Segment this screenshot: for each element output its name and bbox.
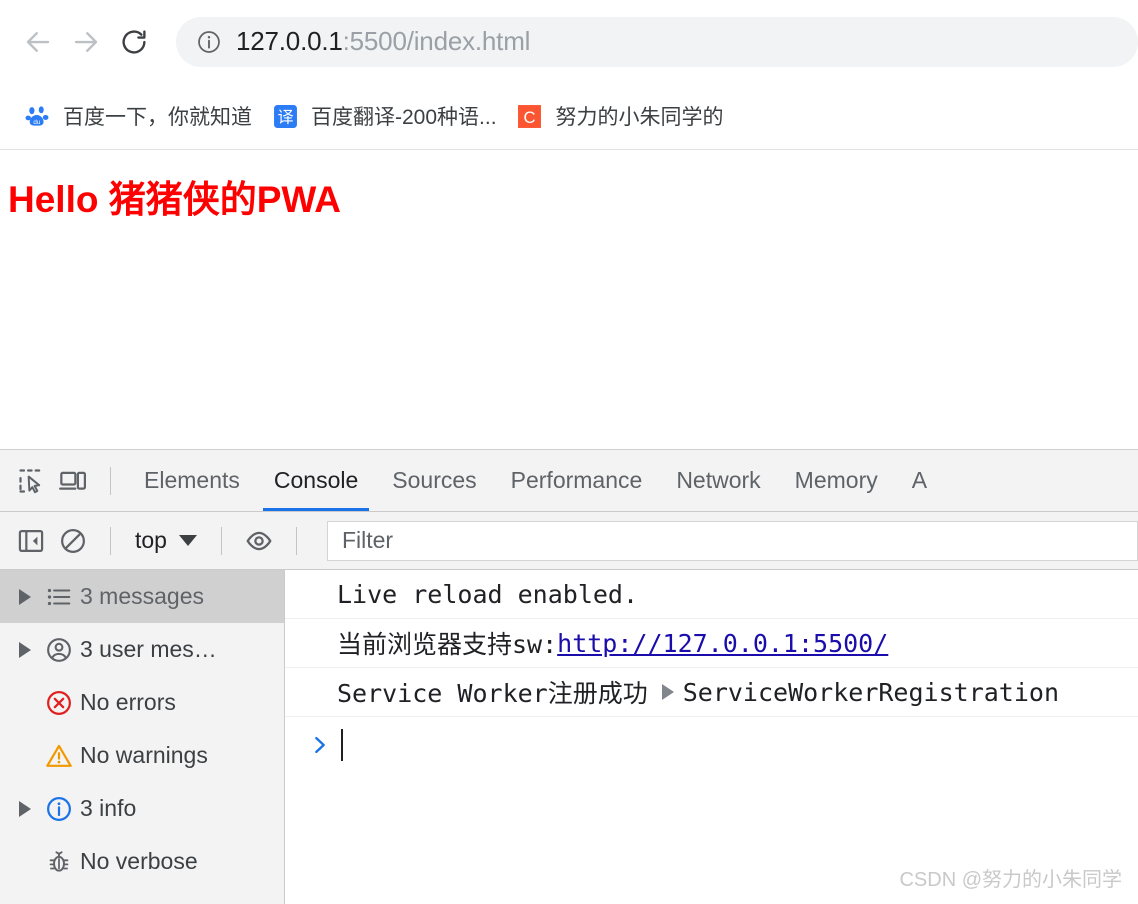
expand-arrow-icon[interactable] [12,800,38,817]
console-sidebar-toggle-button[interactable] [10,520,52,562]
svg-text:C: C [524,107,536,126]
bug-icon [38,849,80,875]
device-toolbar-button[interactable] [52,460,94,502]
console-body: 3 messages 3 user mes… No errors No warn… [0,570,1138,904]
bookmark-baidu-search[interactable]: du 百度一下，你就知道 [14,93,262,139]
browser-window: 127.0.0.1:5500/index.html du 百度一下，你就知道 译… [0,0,1138,904]
expand-arrow-icon[interactable] [12,588,38,605]
devtools-tabbar: Elements Console Sources Performance Net… [0,450,1138,512]
console-message-text: Service Worker注册成功 [337,679,648,708]
clear-console-icon [61,528,85,553]
expand-object-icon[interactable] [661,684,674,700]
arrow-right-icon [74,31,98,52]
clear-console-button[interactable] [52,520,94,562]
sidebar-item-verbose[interactable]: No verbose [0,835,284,888]
tab-elements[interactable]: Elements [127,450,257,511]
url-host: 127.0.0.1 [236,26,343,56]
create-live-expression-button[interactable] [238,520,280,562]
console-message-text: Live reload enabled. [337,579,639,609]
sidebar-item-warnings[interactable]: No warnings [0,729,284,782]
user-icon [38,636,80,664]
baidu-translate-icon: 译 [272,103,298,129]
page-title: Hello 猪猪侠的PWA [8,179,342,220]
bookmark-baidu-translate[interactable]: 译 百度翻译-200种语... [262,93,507,139]
svg-text:du: du [33,119,40,126]
bookmark-label: 百度一下，你就知道 [63,106,252,129]
toolbar-divider [110,466,111,495]
site-info-icon[interactable] [196,29,222,55]
bookmark-label: 百度翻译-200种语... [311,106,497,129]
sidebar-item-messages[interactable]: 3 messages [0,570,284,623]
console-prompt[interactable] [285,717,1138,773]
warning-icon [38,742,80,770]
address-bar[interactable]: 127.0.0.1:5500/index.html [176,16,1138,67]
address-bar-url: 127.0.0.1:5500/index.html [236,26,530,57]
toolbar-divider [295,526,297,555]
sidebar-item-label: No verbose [80,848,198,874]
tab-console[interactable]: Console [257,450,375,511]
bookmarks-bar: du 百度一下，你就知道 译 百度翻译-200种语... C 努力的小朱同学的 [0,83,1138,150]
execution-context-selector[interactable]: top [127,522,205,560]
tab-sources[interactable]: Sources [375,450,493,511]
device-toolbar-icon [59,471,87,490]
toolbar-divider [110,526,111,555]
sidebar-item-label: 3 user mes… [80,636,217,662]
inspect-element-icon [19,468,41,493]
bookmark-csdn[interactable]: C 努力的小朱同学的 [507,93,734,139]
devtools-panel: Elements Console Sources Performance Net… [0,449,1138,904]
arrow-left-icon [26,31,50,52]
forward-button[interactable] [62,18,110,66]
console-message[interactable]: Live reload enabled. [285,570,1138,619]
baidu-paw-icon: du [24,103,50,129]
sidebar-item-user-messages[interactable]: 3 user mes… [0,623,284,676]
sidebar-item-errors[interactable]: No errors [0,676,284,729]
show-console-sidebar-icon [18,529,44,552]
tab-network[interactable]: Network [659,450,777,511]
sidebar-item-label: No warnings [80,742,208,768]
chevron-down-icon [178,535,197,546]
info-icon [38,795,80,823]
svg-text:译: 译 [277,107,293,126]
expand-arrow-icon[interactable] [12,641,38,658]
bookmark-label: 努力的小朱同学的 [555,106,724,129]
list-icon [38,584,80,610]
tab-application[interactable]: A [895,450,944,511]
csdn-icon: C [517,103,543,129]
reload-button[interactable] [110,18,158,66]
console-message-link[interactable]: http://127.0.0.1:5500/ [557,629,888,658]
console-message-object[interactable]: ServiceWorkerRegistration [683,678,1059,707]
reload-icon [122,29,146,54]
sidebar-item-info[interactable]: 3 info [0,782,284,835]
browser-toolbar: 127.0.0.1:5500/index.html [0,0,1138,83]
console-message-text: 当前浏览器支持sw: [337,630,558,659]
sidebar-item-label: 3 info [80,795,137,821]
console-filter-input[interactable]: Filter [326,520,1138,561]
console-message[interactable]: Service Worker注册成功 ServiceWorkerRegistrat… [285,668,1138,717]
toolbar-divider [220,526,222,555]
text-cursor [341,729,343,761]
page-viewport: Hello 猪猪侠的PWA [0,150,1138,448]
tab-performance[interactable]: Performance [494,450,660,511]
create-live-expression-icon [246,531,272,550]
back-button[interactable] [14,18,62,66]
console-sidebar: 3 messages 3 user mes… No errors No warn… [0,570,285,904]
execution-context-label: top [135,527,167,553]
watermark: CSDN @努力的小朱同学 [899,869,1122,891]
url-path: :5500/index.html [342,26,531,56]
console-message-list: Live reload enabled. 当前浏览器支持sw: http://1… [285,570,1138,904]
filter-placeholder: Filter [341,527,394,553]
inspect-element-button[interactable] [10,460,52,502]
console-toolbar: top Filter [0,512,1138,570]
prompt-chevron-icon [307,734,333,756]
error-icon [38,689,80,717]
console-message[interactable]: 当前浏览器支持sw: http://127.0.0.1:5500/ [285,619,1138,668]
sidebar-item-label: 3 messages [80,583,205,609]
tab-memory[interactable]: Memory [778,450,895,511]
sidebar-item-label: No errors [80,689,176,715]
